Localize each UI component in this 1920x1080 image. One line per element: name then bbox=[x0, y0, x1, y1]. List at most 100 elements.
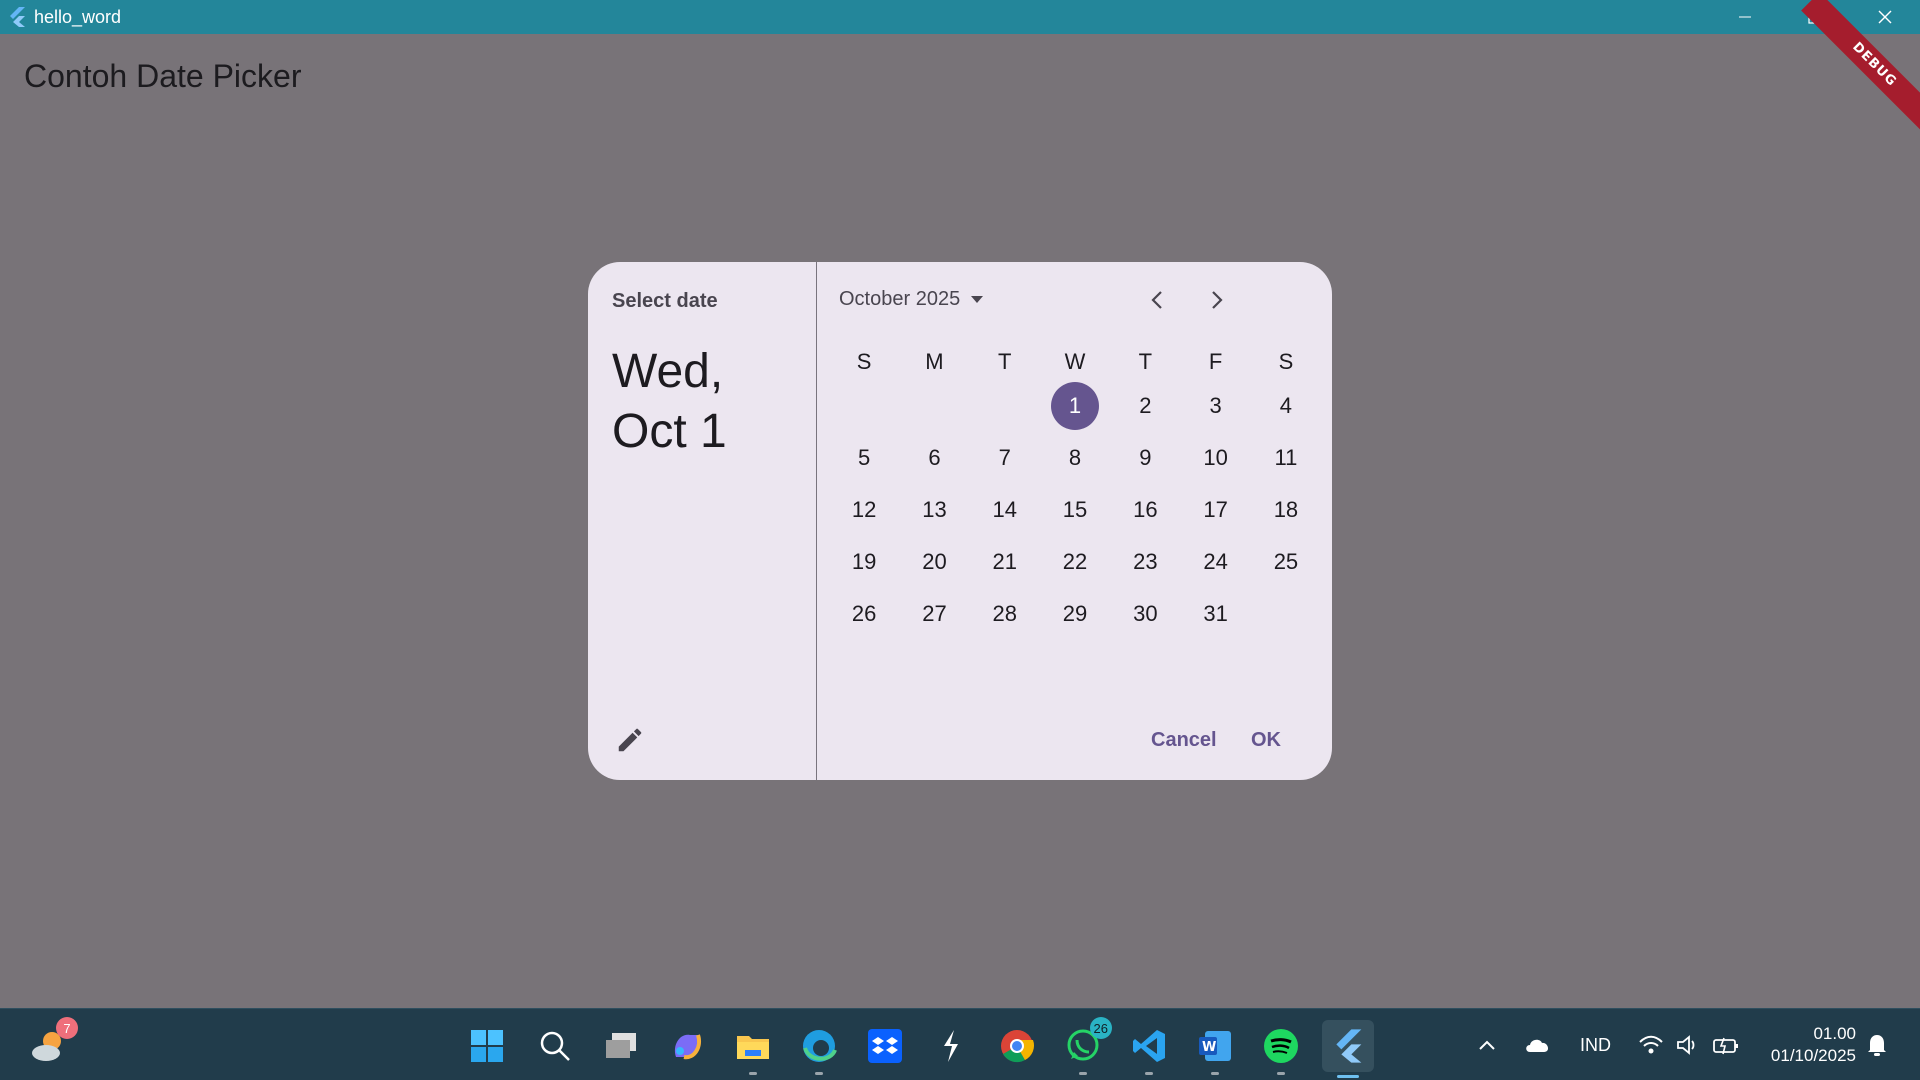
calendar-day-4[interactable]: 4 bbox=[1251, 380, 1321, 432]
calendar-day-17[interactable]: 17 bbox=[1180, 484, 1250, 536]
folder-icon bbox=[737, 1036, 769, 1059]
spotify-icon bbox=[1264, 1029, 1298, 1063]
calendar-day-label: 30 bbox=[1133, 601, 1158, 626]
running-indicator bbox=[1211, 1072, 1219, 1075]
calendar-day-20[interactable]: 20 bbox=[899, 536, 969, 588]
calendar-day-label: 7 bbox=[998, 445, 1011, 470]
file-explorer-button[interactable] bbox=[730, 1023, 776, 1075]
search-button[interactable] bbox=[532, 1023, 578, 1069]
calendar-day-3[interactable]: 3 bbox=[1180, 380, 1250, 432]
calendar-day-label: 24 bbox=[1203, 549, 1228, 574]
calendar-day-14[interactable]: 14 bbox=[970, 484, 1040, 536]
weekday-thursday: T bbox=[1138, 349, 1153, 374]
calendar-day-label: 11 bbox=[1274, 445, 1298, 470]
month-year-label: October 2025 bbox=[839, 288, 961, 310]
running-indicator bbox=[749, 1072, 757, 1075]
show-hidden-icons-button[interactable] bbox=[1478, 1009, 1496, 1080]
whatsapp-button[interactable]: 26 bbox=[1060, 1017, 1112, 1075]
next-month-button[interactable] bbox=[1197, 280, 1237, 320]
calendar-day-29[interactable]: 29 bbox=[1040, 588, 1110, 640]
running-indicator bbox=[1145, 1072, 1153, 1075]
calendar-day-9[interactable]: 9 bbox=[1110, 432, 1180, 484]
battery-button[interactable] bbox=[1712, 1009, 1740, 1080]
calendar-empty-cell bbox=[970, 380, 1040, 432]
edge-button[interactable] bbox=[796, 1023, 842, 1075]
calendar-day-30[interactable]: 30 bbox=[1110, 588, 1180, 640]
calendar-day-label: 2 bbox=[1139, 393, 1152, 418]
calendar-day-31[interactable]: 31 bbox=[1180, 588, 1250, 640]
system-clock[interactable]: 01.00 01/10/2025 bbox=[1771, 1023, 1856, 1067]
calendar-day-19[interactable]: 19 bbox=[829, 536, 899, 588]
start-button[interactable] bbox=[464, 1023, 510, 1069]
calendar-day-label: 13 bbox=[922, 497, 947, 522]
calendar-day-6[interactable]: 6 bbox=[899, 432, 969, 484]
calendar-day-5[interactable]: 5 bbox=[829, 432, 899, 484]
bolt-app-button[interactable] bbox=[928, 1023, 974, 1069]
calendar-day-label: 6 bbox=[928, 445, 941, 470]
notifications-button[interactable] bbox=[1866, 1009, 1888, 1080]
calendar-day-7[interactable]: 7 bbox=[970, 432, 1040, 484]
copilot-button[interactable] bbox=[664, 1023, 710, 1069]
onedrive-button[interactable] bbox=[1524, 1009, 1552, 1080]
calendar-day-12[interactable]: 12 bbox=[829, 484, 899, 536]
switch-to-input-button[interactable] bbox=[610, 720, 650, 760]
calendar-day-25[interactable]: 25 bbox=[1251, 536, 1321, 588]
calendar-day-24[interactable]: 24 bbox=[1180, 536, 1250, 588]
calendar-day-28[interactable]: 28 bbox=[970, 588, 1040, 640]
weekday-wednesday: W bbox=[1064, 349, 1086, 374]
calendar-day-16[interactable]: 16 bbox=[1110, 484, 1180, 536]
active-app-indicator bbox=[1337, 1075, 1359, 1078]
app-bar-title: Contoh Date Picker bbox=[24, 58, 302, 94]
caret-down-icon bbox=[971, 295, 984, 303]
calendar-day-label: 16 bbox=[1133, 497, 1158, 522]
calendar-day-15[interactable]: 15 bbox=[1040, 484, 1110, 536]
calendar-day-2[interactable]: 2 bbox=[1110, 380, 1180, 432]
word-button[interactable]: W bbox=[1192, 1023, 1238, 1075]
calendar-day-23[interactable]: 23 bbox=[1110, 536, 1180, 588]
calendar-day-18[interactable]: 18 bbox=[1251, 484, 1321, 536]
ok-button[interactable]: OK bbox=[1241, 723, 1291, 758]
calendar-day-26[interactable]: 26 bbox=[829, 588, 899, 640]
window-title-bar: hello_word bbox=[0, 0, 1920, 34]
weekday-saturday: S bbox=[1278, 349, 1294, 374]
language-indicator[interactable]: IND bbox=[1580, 1009, 1611, 1080]
vscode-button[interactable] bbox=[1126, 1023, 1172, 1075]
volume-button[interactable] bbox=[1676, 1009, 1698, 1080]
weekday-friday: F bbox=[1208, 349, 1223, 374]
wifi-icon bbox=[1639, 1035, 1663, 1054]
calendar-day-label: 25 bbox=[1273, 549, 1299, 574]
calendar-week-row: 1 2 3 4 bbox=[829, 380, 1321, 432]
calendar-day-1[interactable]: 1 bbox=[1040, 380, 1110, 432]
task-view-button[interactable] bbox=[598, 1023, 644, 1069]
wifi-button[interactable] bbox=[1638, 1009, 1664, 1080]
chevron-left-icon bbox=[1151, 291, 1162, 309]
weekday-sunday: S bbox=[856, 349, 872, 374]
close-window-button[interactable] bbox=[1850, 0, 1920, 34]
previous-month-button[interactable] bbox=[1137, 280, 1177, 320]
calendar-day-27[interactable]: 27 bbox=[899, 588, 969, 640]
chrome-icon bbox=[1001, 1030, 1035, 1063]
calendar-day-13[interactable]: 13 bbox=[899, 484, 969, 536]
copilot-icon bbox=[674, 1034, 701, 1060]
calendar-day-22[interactable]: 22 bbox=[1040, 536, 1110, 588]
clock-date: 01/10/2025 bbox=[1770, 1046, 1856, 1065]
calendar-day-8[interactable]: 8 bbox=[1040, 432, 1110, 484]
weather-widget[interactable]: 7 bbox=[26, 1017, 78, 1069]
calendar-day-10[interactable]: 10 bbox=[1180, 432, 1250, 484]
battery-icon bbox=[1713, 1037, 1738, 1055]
calendar-day-11[interactable]: 11 bbox=[1251, 432, 1321, 484]
cancel-button[interactable]: Cancel bbox=[1141, 723, 1227, 758]
calendar-empty-cell bbox=[899, 380, 969, 432]
month-year-dropdown[interactable]: October 2025 bbox=[839, 288, 984, 311]
calendar-day-label: 31 bbox=[1203, 601, 1228, 626]
chrome-button[interactable] bbox=[994, 1023, 1040, 1069]
spotify-button[interactable] bbox=[1258, 1023, 1304, 1075]
calendar-day-21[interactable]: 21 bbox=[970, 536, 1040, 588]
flutter-app-button[interactable] bbox=[1322, 1020, 1374, 1078]
minimize-icon bbox=[1739, 16, 1751, 18]
edge-icon bbox=[803, 1030, 837, 1062]
taskbar: 7 26 W IND 01.00 01/10/2025 bbox=[0, 1008, 1920, 1080]
minimize-button[interactable] bbox=[1710, 0, 1780, 34]
dropbox-button[interactable] bbox=[862, 1023, 908, 1069]
bell-icon bbox=[1868, 1035, 1886, 1056]
